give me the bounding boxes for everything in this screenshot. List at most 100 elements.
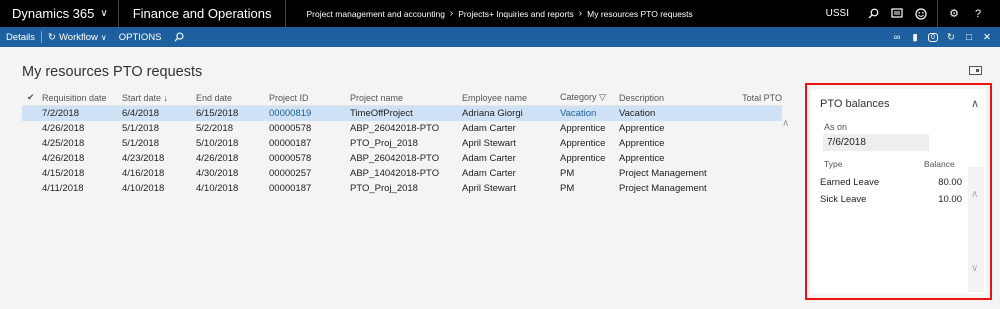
options-tab[interactable]: OPTIONS xyxy=(113,27,168,47)
scroll-up-icon[interactable]: ∧ xyxy=(971,189,978,200)
message-icon[interactable] xyxy=(885,0,909,27)
sort-descending-icon: ↓ xyxy=(163,92,169,103)
column-header-label: Category xyxy=(560,92,597,102)
cell-category: Apprentice xyxy=(560,153,606,164)
column-header-employee-name[interactable]: Employee name xyxy=(462,93,560,103)
cell-description: Apprentice xyxy=(619,138,665,149)
breadcrumb-item-inquiries[interactable]: Projects+ Inquiries and reports xyxy=(458,9,574,19)
details-button[interactable]: Details xyxy=(0,27,41,47)
scroll-down-icon[interactable]: ∨ xyxy=(971,263,978,274)
filter-icon: ▽ xyxy=(599,92,606,102)
as-on-label: As on xyxy=(824,122,848,132)
cell-employee-name: April Stewart xyxy=(462,183,516,194)
leave-balance: 80.00 xyxy=(938,177,962,188)
cell-description: Project Management xyxy=(619,168,707,179)
cell-end-date: 6/15/2018 xyxy=(196,108,239,119)
cell-employee-name: Adam Carter xyxy=(462,168,516,179)
cell-employee-name: Adriana Giorgi xyxy=(462,108,523,119)
cell-start-date: 4/23/2018 xyxy=(122,153,165,164)
column-header-total-pto[interactable]: Total PTO xyxy=(735,93,782,103)
breadcrumb: Project management and accounting › Proj… xyxy=(286,8,692,19)
help-icon[interactable]: ? xyxy=(966,0,990,27)
action-pane: Details ↻ Workflow ∨ OPTIONS ∞ ▮ 0 ↻ □ ✕ xyxy=(0,27,1000,47)
table-row[interactable]: 7/2/2018 6/4/2018 6/15/2018 00000819 Tim… xyxy=(22,106,782,121)
action-pane-right: ∞ ▮ 0 ↻ □ ✕ xyxy=(888,27,996,47)
cell-project-name: TimeOffProject xyxy=(350,108,413,119)
divider xyxy=(937,0,938,27)
popout-icon[interactable]: □ xyxy=(960,27,978,47)
balance-scrollbar[interactable]: ∧ ∨ xyxy=(968,167,984,292)
cell-project-id: 00000578 xyxy=(269,153,312,164)
top-nav-right: USSI ⚙ ? xyxy=(826,0,1000,27)
close-icon[interactable]: ✕ xyxy=(978,27,996,47)
chevron-down-icon: ∨ xyxy=(100,8,108,19)
refresh-icon[interactable]: ↻ xyxy=(942,27,960,47)
cell-category: Apprentice xyxy=(560,138,606,149)
app-launcher[interactable]: Dynamics 365 ∨ xyxy=(0,0,119,27)
pto-balances-title[interactable]: PTO balances xyxy=(820,98,890,110)
as-on-date-field: 7/6/2018 xyxy=(823,134,929,151)
table-row[interactable]: 4/26/2018 5/1/2018 5/2/2018 00000578 ABP… xyxy=(22,121,782,136)
cell-employee-name: April Stewart xyxy=(462,138,516,149)
cell-project-id: 00000578 xyxy=(269,123,312,134)
notification-icon[interactable]: 0 xyxy=(924,27,942,47)
balance-row: Sick Leave 10.00 xyxy=(820,194,962,205)
cell-description: Project Management xyxy=(619,183,707,194)
cell-category: PM xyxy=(560,168,575,179)
cell-requisition-date: 4/11/2018 xyxy=(42,183,84,194)
cell-description: Apprentice xyxy=(619,153,665,164)
cell-project-name: ABP_14042018-PTO xyxy=(350,168,440,179)
gear-icon[interactable]: ⚙ xyxy=(942,0,966,27)
grid-scroll-up-icon[interactable]: ∧ xyxy=(782,118,789,129)
pto-balances-card: PTO balances ∧ As on 7/6/2018 Type Balan… xyxy=(811,89,986,294)
cell-requisition-date: 4/26/2018 xyxy=(42,153,85,164)
table-row[interactable]: 4/25/2018 5/1/2018 5/10/2018 00000187 PT… xyxy=(22,136,782,151)
select-all-checkbox[interactable]: ✔ xyxy=(22,92,42,103)
cell-start-date: 5/1/2018 xyxy=(122,138,159,149)
table-row[interactable]: 4/11/2018 4/10/2018 4/10/2018 00000187 P… xyxy=(22,181,782,196)
column-header-end-date[interactable]: End date xyxy=(196,93,269,103)
cell-category-link[interactable]: Vacation xyxy=(560,108,619,119)
smiley-icon[interactable] xyxy=(909,0,933,27)
cell-start-date: 4/16/2018 xyxy=(122,168,165,179)
column-header-project-name[interactable]: Project name xyxy=(350,93,462,103)
cell-project-id: 00000187 xyxy=(269,183,312,194)
search-icon[interactable] xyxy=(168,27,190,47)
balance-row: Earned Leave 80.00 xyxy=(820,177,962,188)
balance-column-header: Balance xyxy=(924,159,955,169)
leave-type: Sick Leave xyxy=(820,194,867,205)
column-header-requisition-date[interactable]: Requisition date xyxy=(42,93,122,103)
notification-count: 0 xyxy=(928,32,938,42)
cell-employee-name: Adam Carter xyxy=(462,123,516,134)
top-nav-bar: Dynamics 365 ∨ Finance and Operations Pr… xyxy=(0,0,1000,27)
cell-requisition-date: 4/26/2018 xyxy=(42,123,85,134)
pto-requests-grid: ✔ Requisition date Start date ↓ End date… xyxy=(22,90,782,196)
column-header-description[interactable]: Description xyxy=(619,93,735,103)
cell-start-date: 5/1/2018 xyxy=(122,123,159,134)
workflow-icon: ↻ xyxy=(48,31,57,43)
column-header-category[interactable]: Category ▽ xyxy=(560,92,619,103)
app-name[interactable]: Finance and Operations xyxy=(119,0,287,27)
cell-project-name: ABP_26042018-PTO xyxy=(350,123,440,134)
factbox-toggle-icon[interactable] xyxy=(969,66,982,75)
workflow-label: Workflow xyxy=(59,31,98,43)
column-header-start-date[interactable]: Start date ↓ xyxy=(122,93,196,103)
breadcrumb-item-current[interactable]: My resources PTO requests xyxy=(587,9,693,19)
link-icon[interactable]: ∞ xyxy=(888,27,906,47)
company-picker[interactable]: USSI xyxy=(826,8,849,19)
cell-requisition-date: 4/15/2018 xyxy=(42,168,85,179)
cell-project-id: 00000257 xyxy=(269,168,312,179)
search-icon[interactable] xyxy=(861,0,885,27)
cell-start-date: 6/4/2018 xyxy=(122,108,159,119)
cell-project-id-link[interactable]: 00000819 xyxy=(269,108,350,119)
breadcrumb-item-project-management[interactable]: Project management and accounting xyxy=(306,9,444,19)
workflow-menu[interactable]: ↻ Workflow ∨ xyxy=(42,27,113,47)
type-column-header: Type xyxy=(824,159,843,169)
cell-start-date: 4/10/2018 xyxy=(122,183,165,194)
table-row[interactable]: 4/15/2018 4/16/2018 4/30/2018 00000257 A… xyxy=(22,166,782,181)
column-header-project-id[interactable]: Project ID xyxy=(269,93,350,103)
column-header-label: Start date xyxy=(122,92,162,103)
office-icon[interactable]: ▮ xyxy=(906,27,924,47)
chevron-up-icon[interactable]: ∧ xyxy=(971,97,979,110)
table-row[interactable]: 4/26/2018 4/23/2018 4/26/2018 00000578 A… xyxy=(22,151,782,166)
